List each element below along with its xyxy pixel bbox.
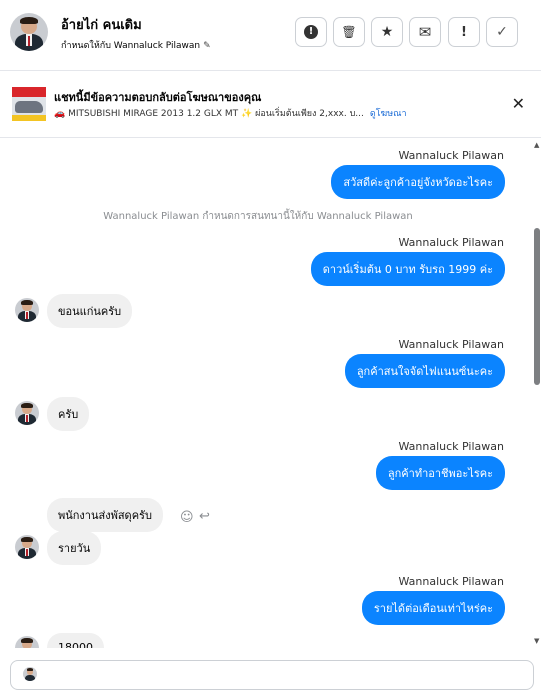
- message-sender: Wannaluck Pilawan: [398, 236, 505, 249]
- ad-banner-title: แชทนี้มีข้อความตอบกลับต่อโฆษณาของคุณ: [54, 91, 262, 104]
- pencil-icon[interactable]: ✎: [203, 41, 211, 51]
- system-message: Wannaluck Pilawan กำหนดการสนทนานี้ให้กับ…: [103, 211, 413, 222]
- react-emoji-icon[interactable]: ☺: [180, 510, 194, 525]
- contact-avatar[interactable]: [10, 13, 48, 51]
- scroll-down-icon[interactable]: ▼: [534, 637, 539, 645]
- spam-button[interactable]: !: [448, 17, 480, 47]
- done-button[interactable]: ✓: [486, 17, 518, 47]
- alert-button[interactable]: !: [295, 17, 327, 47]
- reply-icon[interactable]: ↩: [199, 509, 210, 524]
- incoming-message[interactable]: ครับ: [47, 397, 90, 431]
- delete-button[interactable]: 🗑: [333, 17, 365, 47]
- message-sender: Wannaluck Pilawan: [398, 338, 505, 351]
- incoming-message[interactable]: พนักงานส่งพัสดุครับ: [47, 498, 163, 532]
- ad-reply-banner: แชทนี้มีข้อความตอบกลับต่อโฆษณาของคุณ 🚗 M…: [0, 71, 541, 138]
- conversation-header: อ้ายไก่ คนเดิม กำหนดให้กับ Wannaluck Pil…: [0, 0, 541, 71]
- outgoing-message[interactable]: ดาวน์เริ่มต้น 0 บาท รับรถ 1999 ค่ะ: [310, 252, 505, 286]
- contact-avatar[interactable]: [15, 535, 39, 559]
- message-thread[interactable]: Wannaluck Pilawan สวัสดีค่ะลูกค้าอยู่จัง…: [0, 138, 530, 648]
- contact-avatar[interactable]: [15, 401, 39, 425]
- incoming-message[interactable]: 18000: [47, 633, 104, 648]
- message-composer[interactable]: [10, 660, 534, 690]
- outgoing-message[interactable]: รายได้ต่อเดือนเท่าไหร่คะ: [361, 591, 505, 625]
- message-sender: Wannaluck Pilawan: [398, 149, 505, 162]
- incoming-message[interactable]: รายวัน: [47, 531, 102, 565]
- outgoing-message[interactable]: ลูกค้าสนใจจัดไฟแนนซ์นะคะ: [344, 354, 505, 388]
- outgoing-message[interactable]: สวัสดีค่ะลูกค้าอยู่จังหวัดอะไรคะ: [331, 165, 505, 199]
- close-icon[interactable]: ✕: [512, 94, 525, 113]
- trash-icon: 🗑: [341, 25, 357, 39]
- composer-avatar: [23, 667, 37, 681]
- mark-unread-button[interactable]: ✉: [409, 17, 441, 47]
- scroll-up-icon[interactable]: ▲: [534, 141, 539, 149]
- mail-icon: ✉: [418, 23, 432, 41]
- message-sender: Wannaluck Pilawan: [398, 575, 505, 588]
- view-ad-link[interactable]: ดูโฆษณา: [370, 109, 407, 119]
- alert-circle-icon: !: [304, 25, 318, 39]
- scrollbar-thumb[interactable]: [534, 228, 540, 385]
- contact-avatar[interactable]: [15, 636, 39, 648]
- contact-name[interactable]: อ้ายไก่ คนเดิม: [61, 14, 142, 35]
- exclamation-icon: !: [461, 24, 467, 40]
- ad-description: 🚗 MITSUBISHI MIRAGE 2013 1.2 GLX MT ✨ ผ่…: [54, 109, 364, 119]
- contact-avatar[interactable]: [15, 298, 39, 322]
- ad-banner-subtitle: 🚗 MITSUBISHI MIRAGE 2013 1.2 GLX MT ✨ ผ่…: [54, 106, 407, 120]
- incoming-message[interactable]: ขอนแก่นครับ: [47, 294, 133, 328]
- outgoing-message[interactable]: ลูกค้าทำอาชีพอะไรคะ: [375, 456, 505, 490]
- assigned-to-label[interactable]: กำหนดให้กับ Wannaluck Pilawan ✎: [61, 38, 211, 52]
- star-button[interactable]: ★: [371, 17, 403, 47]
- scrollbar[interactable]: [532, 140, 541, 650]
- star-icon: ★: [380, 24, 394, 40]
- assigned-to-text: กำหนดให้กับ Wannaluck Pilawan: [61, 41, 201, 51]
- check-icon: ✓: [496, 24, 508, 40]
- ad-thumbnail[interactable]: [12, 87, 46, 121]
- message-sender: Wannaluck Pilawan: [398, 440, 505, 453]
